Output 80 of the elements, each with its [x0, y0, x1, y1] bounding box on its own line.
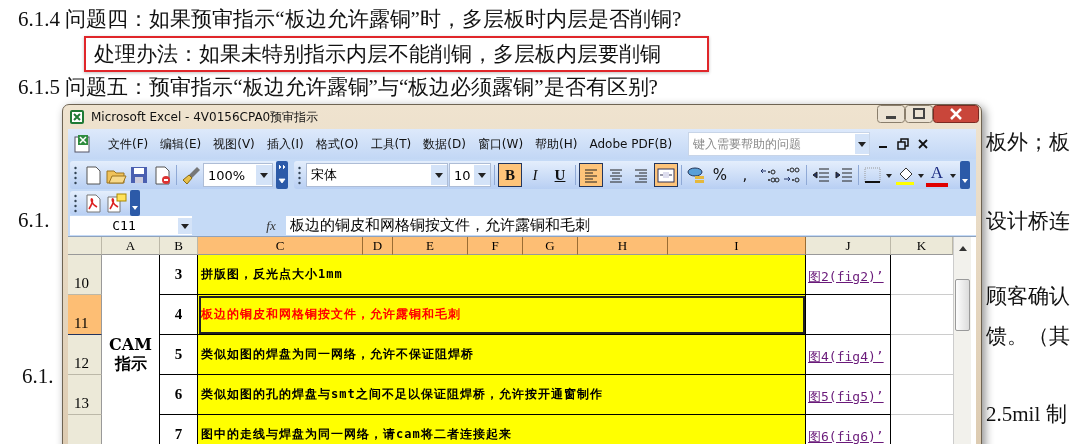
paragraph-text: 顾客确认	[986, 283, 1070, 310]
italic-button[interactable]: I	[523, 163, 547, 187]
menu-item[interactable]: 帮助(H)	[529, 135, 584, 153]
menu-item[interactable]: 格式(O)	[309, 135, 365, 153]
toolbar-options-icon[interactable]	[960, 161, 970, 189]
font-dropdown[interactable]: 宋体	[306, 163, 448, 187]
table-cell[interactable]: 拼版图，反光点大小1mm	[198, 255, 806, 295]
menu-item[interactable]: 视图(V)	[207, 135, 261, 153]
name-box[interactable]: C11	[70, 216, 192, 235]
menu-item[interactable]: 数据(D)	[417, 135, 472, 153]
vertical-scrollbar[interactable]	[953, 237, 971, 444]
menu-item[interactable]: 编辑(E)	[154, 135, 208, 153]
bold-button[interactable]: B	[498, 163, 522, 187]
insert-function-button[interactable]: fx	[256, 216, 286, 235]
currency-icon[interactable]	[685, 164, 707, 186]
column-header[interactable]: D	[363, 237, 393, 255]
figure-link[interactable]: 图2(fig2)’	[808, 268, 884, 286]
font-size-dropdown[interactable]: 10	[449, 163, 491, 187]
row-header[interactable]: 12	[68, 335, 102, 375]
number-format-button[interactable]: %	[708, 163, 732, 187]
merge-center-button[interactable]	[654, 163, 678, 187]
spreadsheet-app-icon	[69, 109, 85, 125]
save-icon[interactable]	[128, 164, 150, 186]
window-title: Microsoft Excel - 4V0156CPA0预审指示	[91, 108, 320, 126]
menu-item[interactable]: 窗口(W)	[471, 135, 530, 153]
column-header[interactable]: K	[891, 237, 953, 255]
paragraph-text: 6.1.	[22, 364, 54, 389]
paragraph-text: 6.1.	[18, 208, 50, 233]
paragraph-text: 板外；板	[986, 129, 1070, 156]
number-format-button[interactable]: ,	[733, 163, 757, 187]
figure-link[interactable]: 图4(fig4)’	[808, 348, 884, 366]
row-header[interactable]: 10	[68, 255, 102, 295]
underline-button[interactable]: U	[548, 163, 572, 187]
zoom-dropdown[interactable]: 100%	[203, 163, 273, 187]
toolbar-grip-icon	[73, 193, 78, 213]
figure-link[interactable]: 图5(fig5)’	[808, 388, 884, 406]
help-search-field[interactable]: 键入需要帮助的问题	[688, 132, 871, 156]
toolbar-options-icon[interactable]	[130, 190, 140, 216]
font-color-button[interactable]: A	[926, 163, 948, 187]
menu-item[interactable]: 工具(T)	[364, 135, 418, 153]
table-cell[interactable]: 板边的铜皮和网格铜按文件，允许露铜和毛刺	[198, 295, 806, 335]
row-header[interactable]: 11	[68, 295, 102, 335]
column-header[interactable]: H	[578, 237, 668, 255]
paragraph-text: 馈。（其	[986, 323, 1070, 350]
align-left-button[interactable]	[579, 163, 603, 187]
scrollbar-thumb[interactable]	[955, 279, 970, 331]
column-header[interactable]: F	[468, 237, 523, 255]
menu-item[interactable]: 文件(F)	[102, 135, 155, 153]
heading-text: 6.1.4 问题四：如果预审指示“板边允许露铜”时，多层板时内层是否削铜?	[18, 6, 683, 33]
minimize-button[interactable]	[877, 105, 905, 123]
toolbar-grip-icon	[297, 165, 302, 185]
figure-link[interactable]: 图6(fig6)’	[808, 428, 884, 444]
close-button[interactable]	[933, 105, 979, 123]
restore-icon[interactable]	[896, 137, 911, 151]
maximize-button[interactable]	[905, 105, 933, 123]
paragraph-text: 设计桥连	[986, 208, 1070, 235]
column-header[interactable]: C	[198, 237, 363, 255]
column-header[interactable]: I	[668, 237, 806, 255]
column-header[interactable]: E	[393, 237, 468, 255]
row-header[interactable]: 13	[68, 375, 102, 415]
column-header[interactable]: J	[806, 237, 891, 255]
highlighted-paragraph: 处理办法：如果未特别指示内层不能削铜，多层板内层要削铜	[84, 36, 709, 72]
table-cell[interactable]: 类似如图的孔的焊盘与smt之间不足以保证阻焊桥，允许按开通窗制作	[198, 375, 806, 415]
column-header[interactable]: G	[523, 237, 578, 255]
table-cell[interactable]: 类似如图的焊盘为同一网络，允许不保证阻焊桥	[198, 335, 806, 375]
column-header[interactable]: B	[160, 237, 198, 255]
formula-field[interactable]: 板边的铜皮和网格铜按文件，允许露铜和毛刺	[286, 216, 976, 235]
borders-icon[interactable]	[862, 164, 884, 186]
menu-item[interactable]: 插入(I)	[260, 135, 310, 153]
toolbar-grip-icon	[73, 165, 78, 185]
toolbar-options-icon[interactable]	[276, 161, 288, 189]
paintbrush-icon[interactable]	[180, 164, 202, 186]
table-cell[interactable]: 图中的走线与焊盘为同一网络，请cam将二者连接起来	[198, 415, 806, 444]
heading-text: 6.1.5 问题五：预审指示“板边允许露铜”与“板边必须露铜”是否有区别?	[18, 74, 659, 101]
close-icon[interactable]	[916, 137, 931, 151]
column-header[interactable]: A	[102, 237, 160, 255]
menu-item[interactable]: Adobe PDF(B)	[583, 137, 679, 151]
paragraph-text: 2.5mil 制	[986, 401, 1067, 428]
decrease-decimal-icon[interactable]	[781, 164, 803, 186]
pdf-comment-icon[interactable]	[105, 192, 127, 214]
